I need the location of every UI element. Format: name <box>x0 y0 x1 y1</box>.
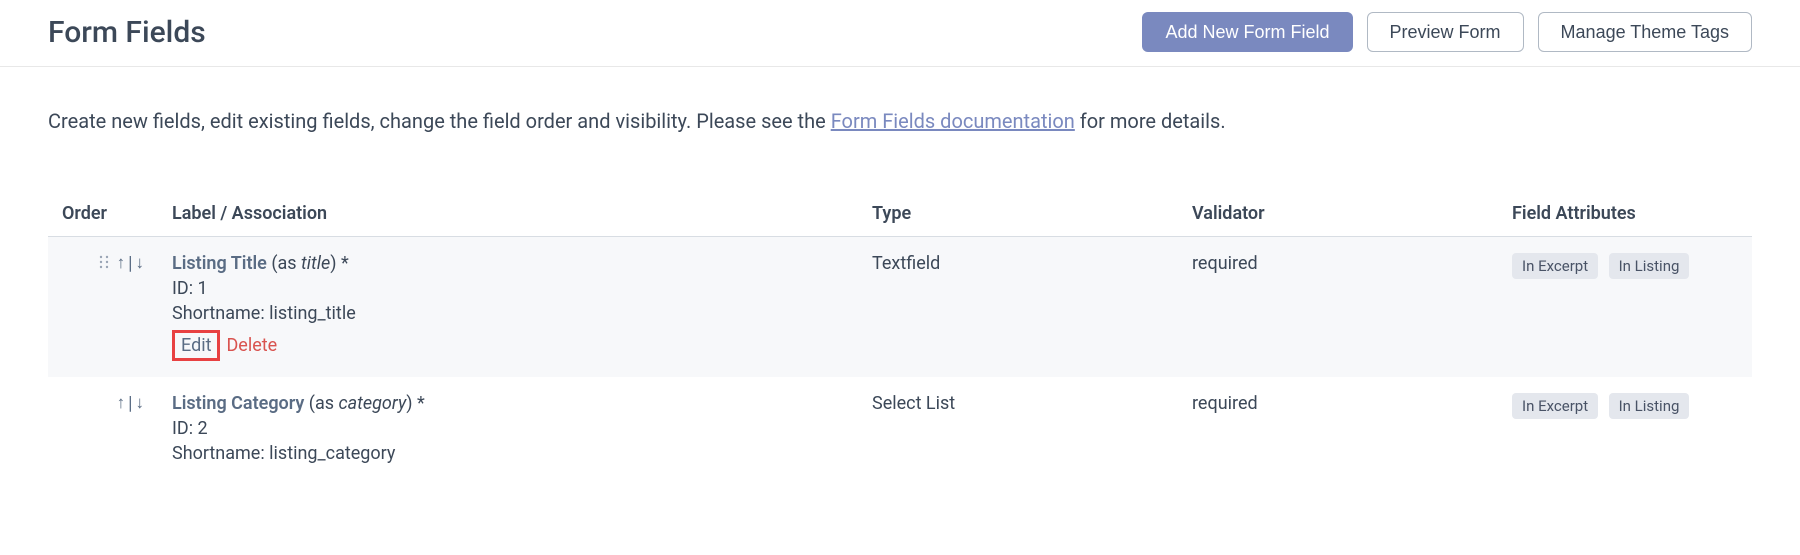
description-text-before: Create new fields, edit existing fields,… <box>48 109 831 133</box>
type-cell: Textfield <box>858 237 1178 378</box>
manage-theme-tags-button[interactable]: Manage Theme Tags <box>1538 12 1752 52</box>
move-down-icon[interactable]: ↓ <box>136 255 145 272</box>
page-content: Create new fields, edit existing fields,… <box>0 67 1800 522</box>
column-header-validator: Validator <box>1178 193 1498 237</box>
drag-handle-icon[interactable] <box>99 255 109 272</box>
attribute-badge: In Listing <box>1609 253 1690 279</box>
header-actions: Add New Form Field Preview Form Manage T… <box>1142 12 1752 52</box>
column-header-attributes: Field Attributes <box>1498 193 1752 237</box>
as-value: category <box>339 393 407 414</box>
move-up-icon[interactable]: ↑ <box>117 395 126 412</box>
attribute-badge: In Excerpt <box>1512 393 1598 419</box>
edit-link[interactable]: Edit <box>181 335 211 356</box>
order-separator: | <box>127 393 133 414</box>
move-up-icon[interactable]: ↑ <box>117 255 126 272</box>
attribute-badge: In Listing <box>1609 393 1690 419</box>
as-value: title <box>301 253 330 274</box>
as-after: ) <box>406 393 417 414</box>
page-description: Create new fields, edit existing fields,… <box>48 109 1752 133</box>
column-header-type: Type <box>858 193 1178 237</box>
column-header-label: Label / Association <box>158 193 858 237</box>
type-cell: Select List <box>858 377 1178 480</box>
shortname-line: Shortname: listing_category <box>172 443 844 464</box>
table-row: ↑ | ↓ Listing Category (as category) * I… <box>48 377 1752 480</box>
delete-link[interactable]: Delete <box>226 335 277 356</box>
order-separator: | <box>127 253 133 274</box>
validator-cell: required <box>1178 377 1498 480</box>
preview-form-button[interactable]: Preview Form <box>1367 12 1524 52</box>
table-row: ↑ | ↓ Listing Title (as title) * ID: 1 S… <box>48 237 1752 378</box>
form-fields-table: Order Label / Association Type Validator… <box>48 193 1752 480</box>
field-label-link[interactable]: Listing Category <box>172 393 304 414</box>
move-down-icon[interactable]: ↓ <box>136 395 145 412</box>
column-header-order: Order <box>48 193 158 237</box>
edit-highlight: Edit <box>172 330 220 361</box>
description-text-after: for more details. <box>1075 109 1226 133</box>
field-label-link[interactable]: Listing Title <box>172 253 267 274</box>
as-before: (as <box>304 393 338 414</box>
shortname-line: Shortname: listing_title <box>172 303 844 324</box>
page-title: Form Fields <box>48 15 206 50</box>
as-after: ) <box>330 253 341 274</box>
page-header: Form Fields Add New Form Field Preview F… <box>0 0 1800 67</box>
validator-cell: required <box>1178 237 1498 378</box>
documentation-link[interactable]: Form Fields documentation <box>831 109 1075 133</box>
attribute-badge: In Excerpt <box>1512 253 1598 279</box>
as-before: (as <box>267 253 301 274</box>
required-mark: * <box>341 253 349 274</box>
id-line: ID: 1 <box>172 278 844 299</box>
add-new-form-field-button[interactable]: Add New Form Field <box>1142 12 1352 52</box>
id-line: ID: 2 <box>172 418 844 439</box>
required-mark: * <box>417 393 425 414</box>
